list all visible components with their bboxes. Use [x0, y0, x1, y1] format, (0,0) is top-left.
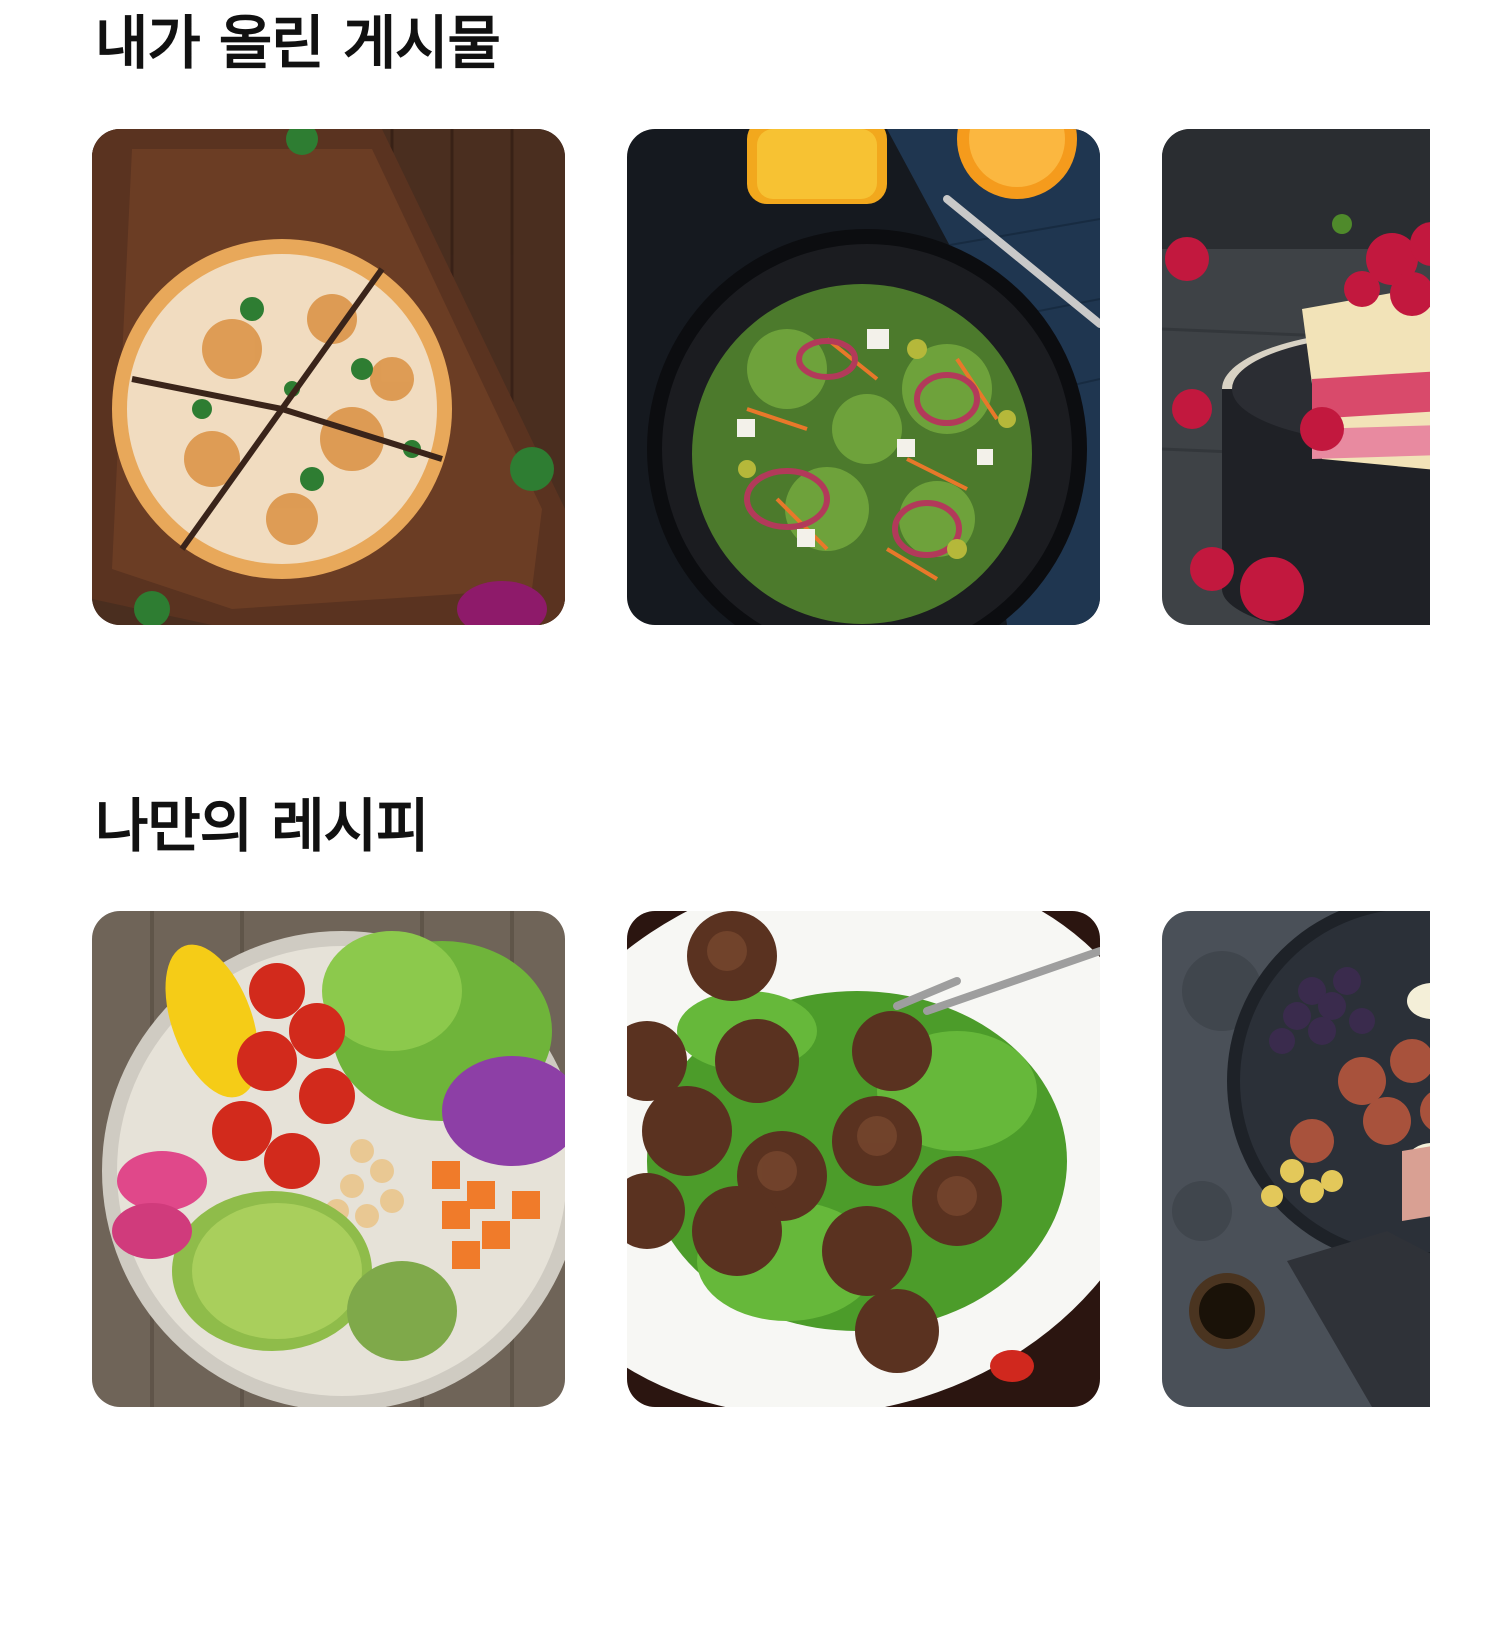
my-recipes-title: 나만의 레시피: [95, 792, 429, 860]
profile-page: 내가 올린 게시물 나만의 레시피: [0, 0, 1500, 1644]
my-recipes-row-clip: [0, 911, 1430, 1411]
raspberry-cake-photo: [1162, 129, 1430, 625]
fig-platter-photo: [1162, 911, 1430, 1407]
my-recipes-grid: [92, 911, 1430, 1407]
vegetable-bowl-photo: [92, 911, 565, 1407]
pizza-photo: [92, 129, 565, 625]
my-posts-title: 내가 올린 게시물: [95, 9, 501, 77]
post-card-pizza[interactable]: [92, 129, 565, 625]
my-posts-grid: [92, 129, 1430, 625]
my-recipes-section: 나만의 레시피: [95, 797, 1500, 855]
recipe-card-fig-platter[interactable]: [1162, 911, 1430, 1407]
my-posts-row-clip: [0, 129, 1430, 629]
recipe-card-vegetable-bowl[interactable]: [92, 911, 565, 1407]
my-posts-section: 내가 올린 게시물: [95, 14, 1500, 72]
salad-photo: [627, 129, 1100, 625]
post-card-salad[interactable]: [627, 129, 1100, 625]
recipe-card-meatballs[interactable]: [627, 911, 1100, 1407]
post-card-raspberry-cake[interactable]: [1162, 129, 1430, 625]
meatballs-photo: [627, 911, 1100, 1407]
